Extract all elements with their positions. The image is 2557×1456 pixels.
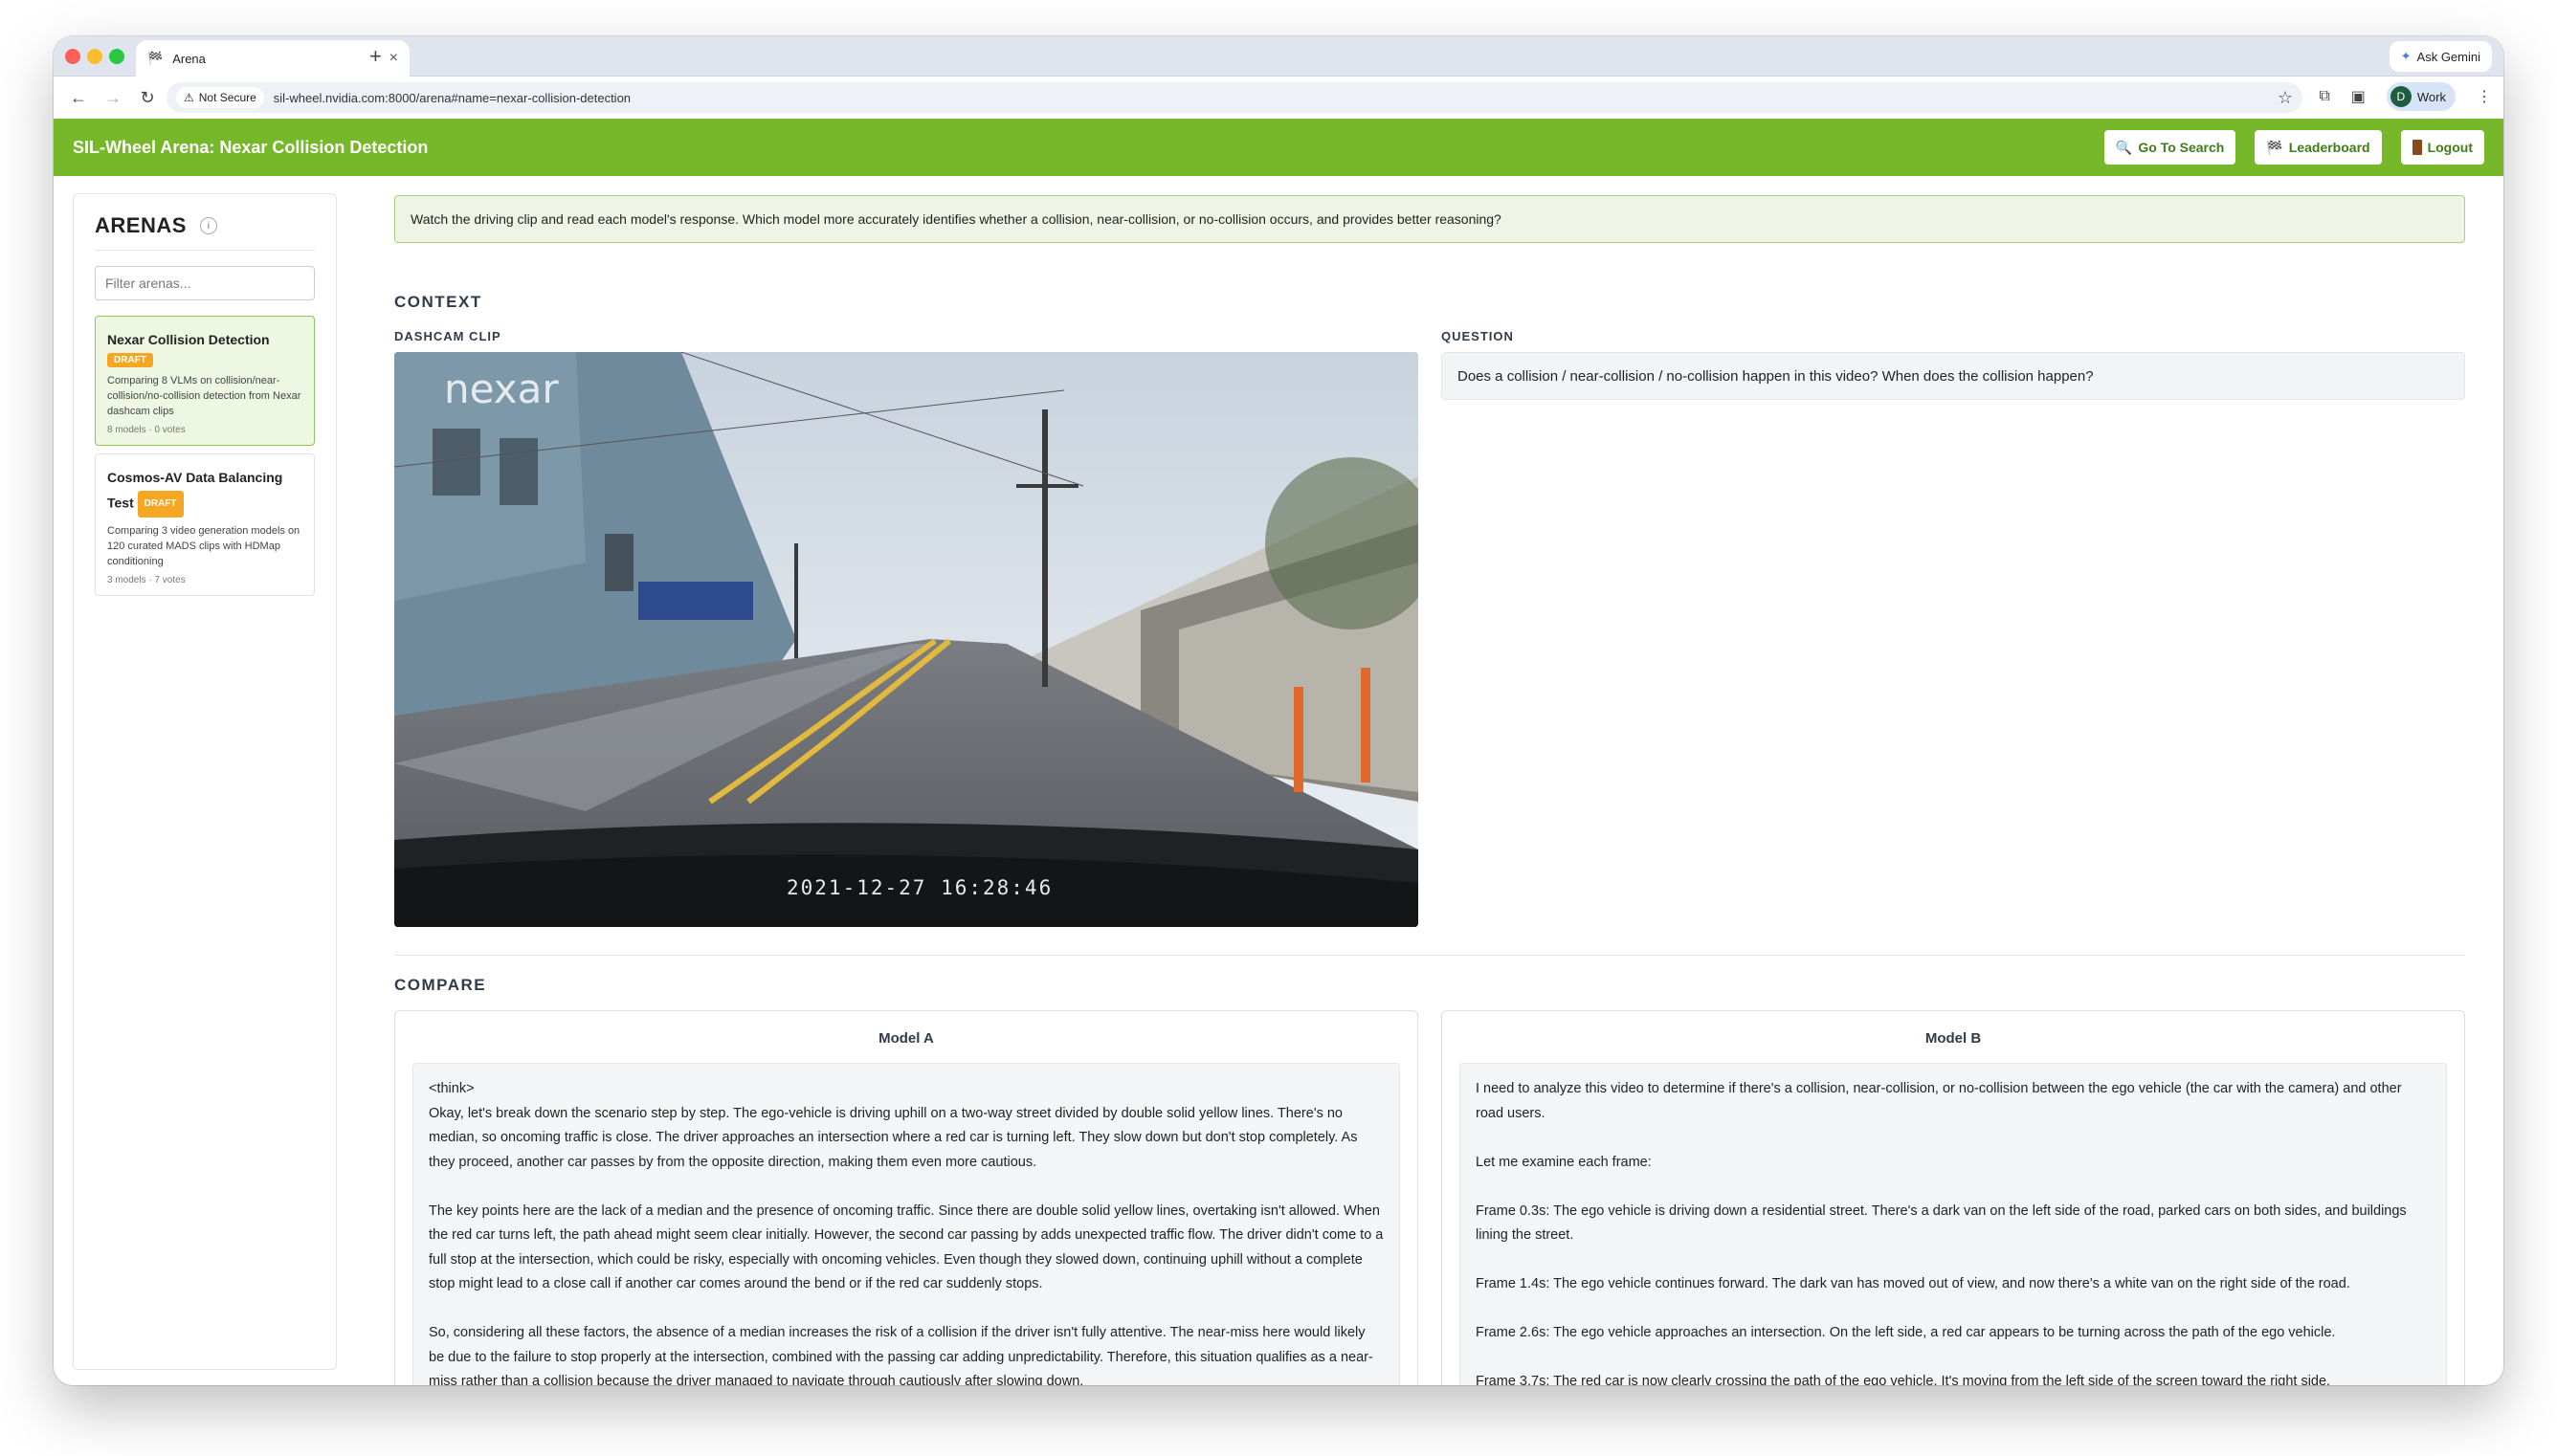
arena-meta: 8 models · 0 votes: [107, 425, 186, 435]
tab-favicon-icon: 🏁: [147, 51, 164, 65]
compare-title: COMPARE: [394, 976, 487, 994]
response-paragraph: Frame 0.3s: The ego vehicle is driving d…: [1476, 1202, 2407, 1244]
response-paragraph: Frame 2.6s: The ego vehicle approaches a…: [1476, 1325, 2336, 1340]
new-tab-icon[interactable]: +: [369, 44, 382, 69]
arena-name-text: Cosmos-AV Data Balancing Test: [107, 470, 283, 511]
draft-badge: DRAFT: [107, 353, 153, 367]
arena-name: Nexar Collision Detection: [107, 332, 270, 347]
model-a-panel: Model A <think> Okay, let's break down t…: [394, 1010, 1418, 1385]
nexar-watermark: nexar: [444, 365, 559, 412]
leaderboard-button[interactable]: 🏁 Leaderboard: [2255, 130, 2382, 165]
model-b-response: I need to analyze this video to determin…: [1459, 1063, 2447, 1385]
logout-button[interactable]: Logout: [2400, 130, 2484, 165]
url-text: sil-wheel.nvidia.com:8000/arena#name=nex…: [273, 90, 632, 105]
model-a-response: <think> Okay, let's break down the scena…: [412, 1063, 1400, 1385]
browser-toolbar: ← → ↻ ⚠ Not Secure sil-wheel.nvidia.com:…: [54, 77, 2503, 119]
go-to-search-label: Go To Search: [2138, 140, 2225, 155]
door-icon: [2412, 140, 2422, 155]
back-arrow-icon[interactable]: ←: [61, 88, 96, 108]
reload-icon[interactable]: ↻: [130, 88, 165, 108]
more-menu-icon[interactable]: ⋮: [2477, 87, 2492, 106]
sidebar-title: ARENAS: [95, 213, 187, 237]
arena-card-cosmos[interactable]: Cosmos-AV Data Balancing Test DRAFT Comp…: [95, 453, 315, 596]
maximize-window-button[interactable]: [109, 49, 124, 64]
filter-arenas-input[interactable]: [95, 266, 315, 300]
toolbar-right: ⧉ ▣ D Work ⋮: [2319, 82, 2492, 111]
question-box: Does a collision / near-collision / no-c…: [1441, 352, 2465, 400]
response-paragraph: Frame 3.7s: The red car is now clearly c…: [1476, 1374, 2331, 1385]
question-label: QUESTION: [1441, 329, 1514, 343]
instruction-banner: Watch the driving clip and read each mod…: [394, 195, 2465, 243]
arena-description: Comparing 8 VLMs on collision/near-colli…: [107, 375, 301, 417]
dashcam-clip-label: DASHCAM CLIP: [394, 329, 501, 343]
main-content: Watch the driving clip and read each mod…: [394, 176, 2465, 1385]
response-paragraph: Let me examine each frame:: [1476, 1154, 1652, 1170]
search-icon: 🔍: [2115, 139, 2133, 155]
ask-gemini-label: Ask Gemini: [2416, 49, 2480, 64]
not-secure-chip[interactable]: ⚠ Not Secure: [176, 87, 264, 108]
response-paragraph: <think> Okay, let's break down the scena…: [429, 1081, 1358, 1170]
response-paragraph: I need to analyze this video to determin…: [1476, 1081, 2402, 1121]
arena-name: Cosmos-AV Data Balancing Test DRAFT: [107, 466, 302, 519]
app-header: SIL-Wheel Arena: Nexar Collision Detecti…: [54, 119, 2503, 176]
dashcam-frame: [394, 352, 1418, 927]
profile-chip[interactable]: D Work: [2386, 82, 2456, 111]
minimize-window-button[interactable]: [87, 49, 102, 64]
arena-description: Comparing 3 video generation models on 1…: [107, 525, 300, 567]
info-icon[interactable]: i: [199, 217, 217, 234]
dashcam-video[interactable]: nexar 2021-12-27 16:28:46: [394, 352, 1418, 927]
not-secure-label: Not Secure: [198, 91, 256, 104]
model-b-panel: Model B I need to analyze this video to …: [1441, 1010, 2465, 1385]
browser-window: 🏁 Arena × + ✦ Ask Gemini ← → ↻ ⚠ Not Sec…: [54, 36, 2503, 1385]
response-paragraph: Frame 1.4s: The ego vehicle continues fo…: [1476, 1276, 2350, 1291]
model-a-title: Model A: [878, 1030, 934, 1047]
profile-name: Work: [2416, 89, 2446, 104]
leaderboard-label: Leaderboard: [2288, 140, 2370, 155]
arenas-sidebar: ARENAS i Nexar Collision Detection DRAFT…: [73, 193, 337, 1370]
arena-card-nexar[interactable]: Nexar Collision Detection DRAFT Comparin…: [95, 316, 315, 446]
warning-triangle-icon: ⚠: [184, 91, 194, 104]
arena-meta: 3 models · 7 votes: [107, 575, 186, 585]
extensions-icon[interactable]: ⧉: [2319, 88, 2329, 105]
avatar: D: [2390, 86, 2412, 107]
logout-label: Logout: [2427, 140, 2473, 155]
draft-badge: DRAFT: [137, 491, 184, 518]
go-to-search-button[interactable]: 🔍 Go To Search: [2103, 130, 2236, 165]
side-panel-icon[interactable]: ▣: [2351, 87, 2366, 106]
model-b-title: Model B: [1924, 1030, 1982, 1047]
video-timestamp: 2021-12-27 16:28:46: [787, 876, 1054, 899]
bookmark-star-icon[interactable]: ☆: [2278, 88, 2293, 108]
forward-arrow-icon[interactable]: →: [96, 88, 130, 108]
sidebar-header: ARENAS i: [95, 213, 315, 251]
app-title: SIL-Wheel Arena: Nexar Collision Detecti…: [73, 137, 429, 157]
tab-close-icon[interactable]: ×: [389, 50, 398, 67]
checkered-flag-icon: 🏁: [2266, 139, 2283, 155]
address-bar[interactable]: ⚠ Not Secure sil-wheel.nvidia.com:8000/a…: [167, 82, 2302, 113]
gemini-sparkle-icon: ✦: [2400, 49, 2412, 63]
response-paragraph: The key points here are the lack of a me…: [429, 1202, 1384, 1292]
ask-gemini-button[interactable]: ✦ Ask Gemini: [2389, 41, 2492, 72]
context-title: CONTEXT: [394, 293, 482, 311]
tab-strip: 🏁 Arena × + ✦ Ask Gemini: [54, 36, 2503, 77]
tab-title: Arena: [172, 51, 206, 66]
section-divider: [394, 955, 2465, 956]
close-window-button[interactable]: [65, 49, 80, 64]
response-paragraph: So, considering all these factors, the a…: [429, 1325, 1373, 1385]
